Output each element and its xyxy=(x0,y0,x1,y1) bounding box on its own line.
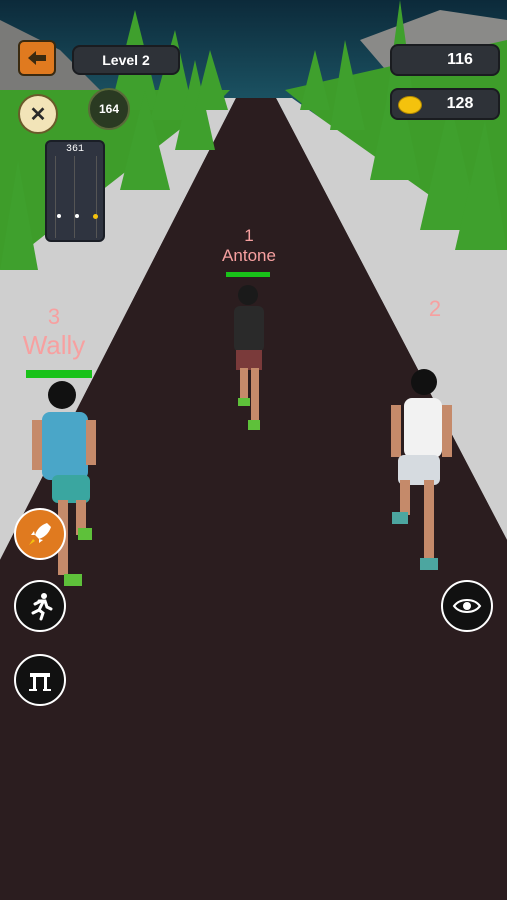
minimap-player-dot xyxy=(93,214,98,219)
minimap-dot xyxy=(57,214,61,218)
back-arrow-icon xyxy=(28,51,46,65)
coin-icon xyxy=(398,96,422,114)
view-toggle-button[interactable] xyxy=(441,580,493,632)
close-icon: ✕ xyxy=(29,103,47,126)
runner-name: Antone xyxy=(222,246,276,265)
coin-value: 128 xyxy=(446,95,474,112)
hurdle-button[interactable] xyxy=(14,654,66,706)
running-person-icon xyxy=(31,593,53,621)
distance-badge: 164 xyxy=(88,88,130,130)
close-button[interactable]: ✕ xyxy=(18,94,58,134)
rank-number: 2 xyxy=(428,296,442,321)
runner-name: Wally xyxy=(22,330,86,360)
coin-display: 128 xyxy=(390,88,500,120)
minimap-lanes xyxy=(55,156,97,238)
hurdle-icon xyxy=(29,673,51,691)
score-value: 116 xyxy=(447,51,473,68)
boost-button[interactable] xyxy=(14,508,66,560)
distance-value: 164 xyxy=(98,102,120,116)
runner-label-2: 2 xyxy=(420,296,450,322)
minimap: 361 xyxy=(45,140,105,242)
runner-label-wally: 3 Wally xyxy=(14,304,94,361)
game-scene xyxy=(0,0,507,900)
level-label: Level 2 xyxy=(102,52,150,68)
level-indicator: Level 2 xyxy=(72,45,180,75)
eye-icon xyxy=(452,599,482,613)
health-bar xyxy=(26,370,92,378)
sprint-button[interactable] xyxy=(14,580,66,632)
health-bar xyxy=(226,272,270,277)
rank-number: 1 xyxy=(244,226,254,245)
runner-label-antone: 1 Antone xyxy=(214,226,284,266)
score-display: 116 xyxy=(390,44,500,76)
rank-number: 3 xyxy=(47,304,61,329)
back-button[interactable] xyxy=(18,40,56,76)
rocket-icon xyxy=(29,523,51,545)
minimap-value: 361 xyxy=(65,144,84,155)
minimap-dot xyxy=(75,214,79,218)
